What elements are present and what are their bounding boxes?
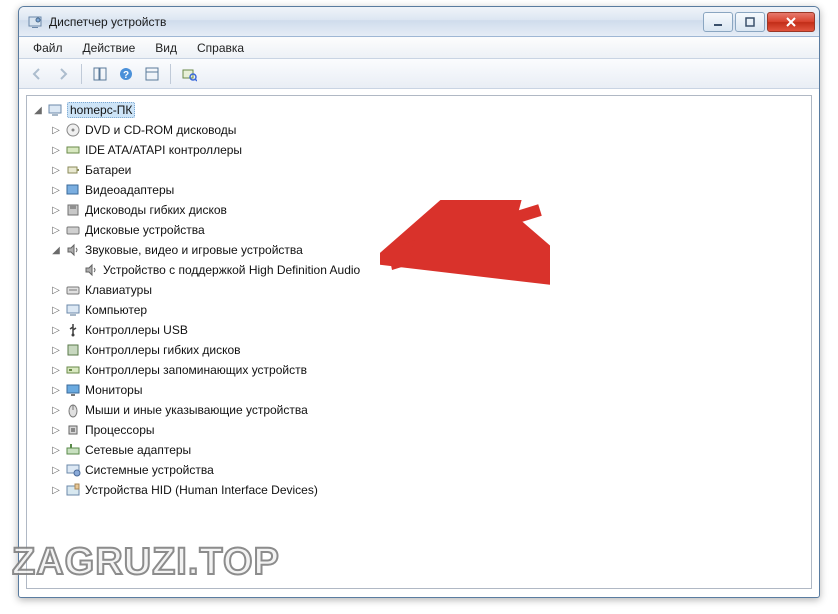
- tree-node[interactable]: ▷ Устройства HID (Human Interface Device…: [29, 480, 809, 500]
- expander-closed-icon[interactable]: ▷: [49, 123, 63, 137]
- network-icon: [65, 442, 81, 458]
- floppy-icon: [65, 202, 81, 218]
- mouse-icon: [65, 402, 81, 418]
- storage-controller-icon: [65, 362, 81, 378]
- tree-node[interactable]: ▷ Батареи: [29, 160, 809, 180]
- battery-icon: [65, 162, 81, 178]
- expander-closed-icon[interactable]: ▷: [49, 383, 63, 397]
- hid-icon: [65, 482, 81, 498]
- expander-closed-icon[interactable]: ▷: [49, 183, 63, 197]
- tree-node-audio-device[interactable]: Устройство с поддержкой High Definition …: [29, 260, 809, 280]
- expander-closed-icon[interactable]: ▷: [49, 463, 63, 477]
- tree-node[interactable]: ▷ Компьютер: [29, 300, 809, 320]
- tree-node[interactable]: ▷ Контроллеры запоминающих устройств: [29, 360, 809, 380]
- window-controls: [701, 12, 815, 32]
- expander-closed-icon[interactable]: ▷: [49, 303, 63, 317]
- toolbar-separator: [81, 64, 82, 84]
- tree-node[interactable]: ▷ Дисковые устройства: [29, 220, 809, 240]
- monitor-icon: [65, 382, 81, 398]
- expander-closed-icon[interactable]: ▷: [49, 483, 63, 497]
- expander-closed-icon[interactable]: ▷: [49, 143, 63, 157]
- expander-open-icon[interactable]: ◢: [49, 243, 63, 257]
- floppy-controller-icon: [65, 342, 81, 358]
- tree-root[interactable]: ◢ homepc-ПК: [29, 100, 809, 120]
- cpu-icon: [65, 422, 81, 438]
- device-manager-window: Диспетчер устройств Файл Действие Вид Сп…: [18, 6, 820, 598]
- tree-node[interactable]: ▷ Мыши и иные указывающие устройства: [29, 400, 809, 420]
- watermark-text: ZAGRUZI.TOP: [12, 541, 280, 584]
- expander-closed-icon[interactable]: ▷: [49, 163, 63, 177]
- root-label: homepc-ПК: [67, 102, 135, 118]
- usb-icon: [65, 322, 81, 338]
- tree-node[interactable]: ▷ Видеоадаптеры: [29, 180, 809, 200]
- close-button[interactable]: [767, 12, 815, 32]
- tree-node[interactable]: ▷ Сетевые адаптеры: [29, 440, 809, 460]
- tree-node[interactable]: ▷ Контроллеры гибких дисков: [29, 340, 809, 360]
- menu-view[interactable]: Вид: [145, 38, 187, 58]
- maximize-button[interactable]: [735, 12, 765, 32]
- expander-closed-icon[interactable]: ▷: [49, 283, 63, 297]
- app-icon: [27, 14, 43, 30]
- toolbar: ?: [19, 59, 819, 89]
- device-tree-panel[interactable]: ◢ homepc-ПК ▷ DVD и CD-ROM дисководы ▷ I…: [26, 95, 812, 589]
- display-adapter-icon: [65, 182, 81, 198]
- expander-closed-icon[interactable]: ▷: [49, 423, 63, 437]
- tree-node[interactable]: ▷ Мониторы: [29, 380, 809, 400]
- tree-node-audio[interactable]: ◢ Звуковые, видео и игровые устройства: [29, 240, 809, 260]
- expander-open-icon[interactable]: ◢: [31, 103, 45, 117]
- expander-closed-icon[interactable]: ▷: [49, 363, 63, 377]
- back-button: [25, 62, 49, 86]
- menu-file[interactable]: Файл: [23, 38, 73, 58]
- menu-help[interactable]: Справка: [187, 38, 254, 58]
- scan-hardware-button[interactable]: [177, 62, 201, 86]
- menubar: Файл Действие Вид Справка: [19, 37, 819, 59]
- help-button[interactable]: ?: [114, 62, 138, 86]
- computer-icon: [65, 302, 81, 318]
- speaker-icon: [83, 262, 99, 278]
- tree-node[interactable]: ▷ Системные устройства: [29, 460, 809, 480]
- tree-node[interactable]: ▷ Контроллеры USB: [29, 320, 809, 340]
- tree-node[interactable]: ▷ Клавиатуры: [29, 280, 809, 300]
- expander-closed-icon[interactable]: ▷: [49, 343, 63, 357]
- forward-button: [51, 62, 75, 86]
- computer-icon: [47, 102, 63, 118]
- dvd-icon: [65, 122, 81, 138]
- disk-icon: [65, 222, 81, 238]
- minimize-button[interactable]: [703, 12, 733, 32]
- speaker-icon: [65, 242, 81, 258]
- show-hide-tree-button[interactable]: [88, 62, 112, 86]
- ide-icon: [65, 142, 81, 158]
- properties-button[interactable]: [140, 62, 164, 86]
- expander-closed-icon[interactable]: ▷: [49, 203, 63, 217]
- titlebar[interactable]: Диспетчер устройств: [19, 7, 819, 37]
- tree-node[interactable]: ▷ Процессоры: [29, 420, 809, 440]
- window-title: Диспетчер устройств: [49, 15, 701, 29]
- expander-closed-icon[interactable]: ▷: [49, 223, 63, 237]
- tree-node[interactable]: ▷ Дисководы гибких дисков: [29, 200, 809, 220]
- tree-node[interactable]: ▷ DVD и CD-ROM дисководы: [29, 120, 809, 140]
- tree-node[interactable]: ▷ IDE ATA/ATAPI контроллеры: [29, 140, 809, 160]
- system-device-icon: [65, 462, 81, 478]
- device-tree: ◢ homepc-ПК ▷ DVD и CD-ROM дисководы ▷ I…: [27, 96, 811, 504]
- expander-closed-icon[interactable]: ▷: [49, 323, 63, 337]
- expander-closed-icon[interactable]: ▷: [49, 403, 63, 417]
- toolbar-separator-2: [170, 64, 171, 84]
- expander-closed-icon[interactable]: ▷: [49, 443, 63, 457]
- svg-text:?: ?: [123, 70, 129, 81]
- menu-action[interactable]: Действие: [73, 38, 146, 58]
- keyboard-icon: [65, 282, 81, 298]
